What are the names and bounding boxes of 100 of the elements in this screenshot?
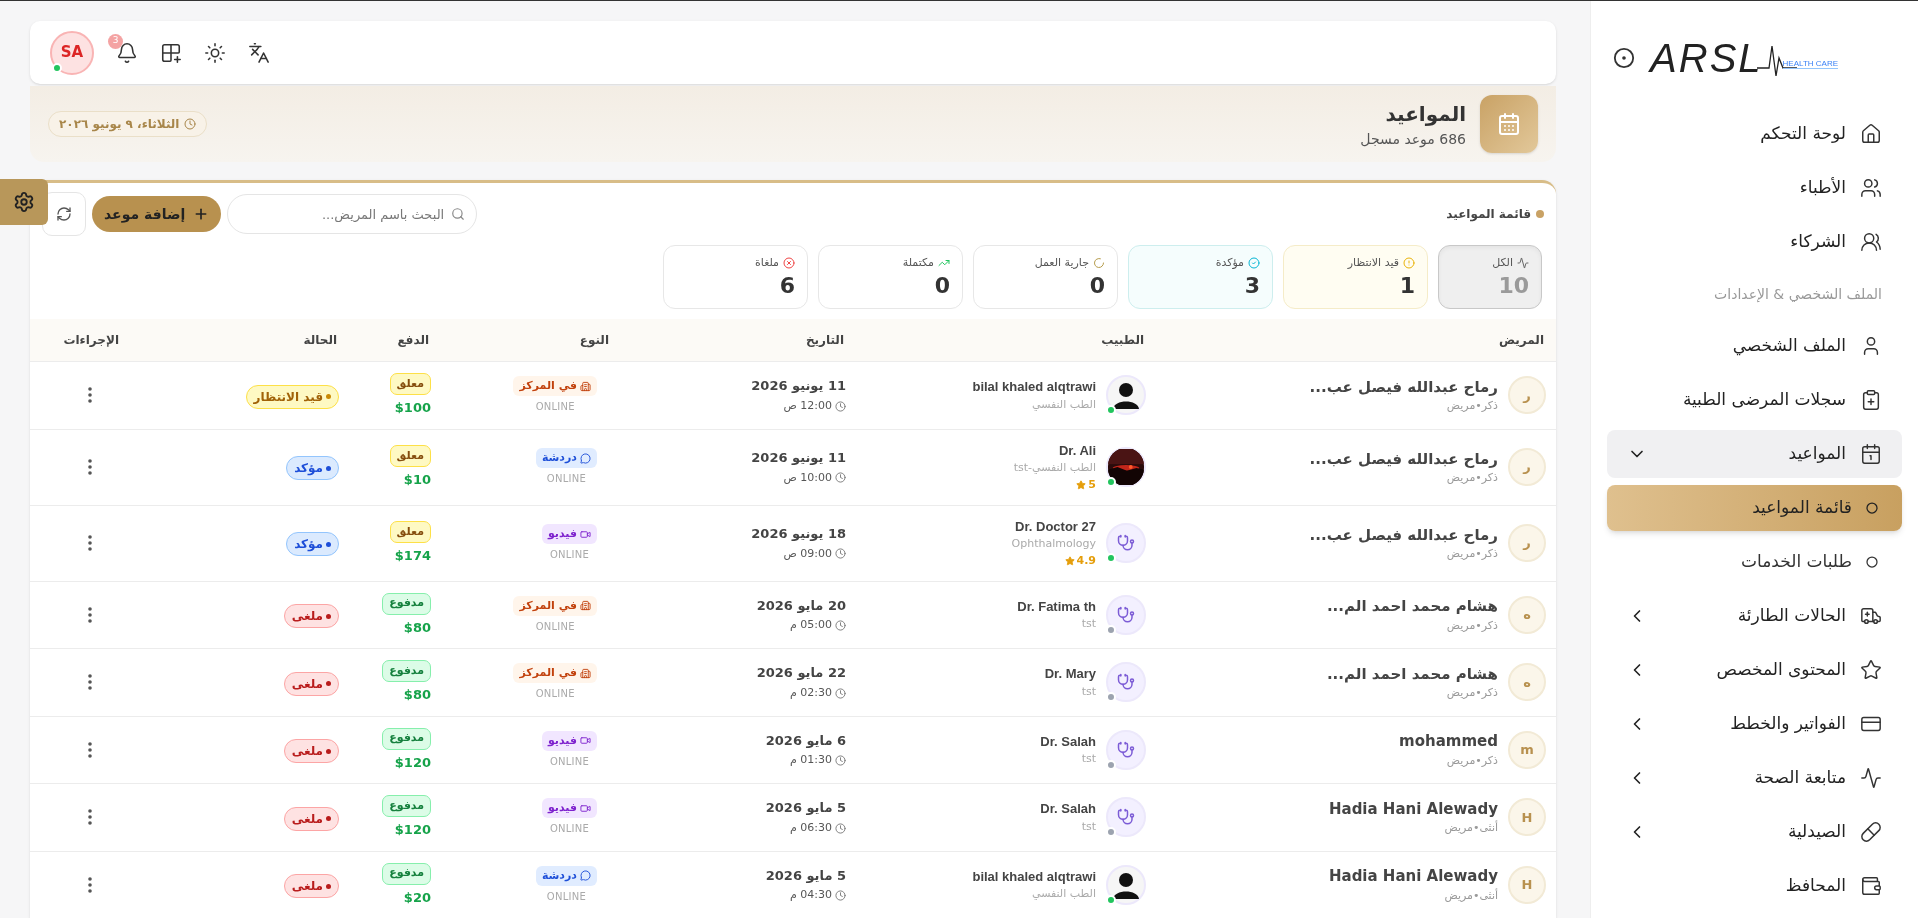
stat-label: مؤكدة xyxy=(1215,255,1244,271)
nav-item[interactable]: المحافظ xyxy=(1607,859,1902,913)
video-icon xyxy=(580,528,591,540)
stat-value: 3 xyxy=(1244,271,1260,299)
nav-item[interactable]: المحتوى المخصص xyxy=(1607,646,1902,694)
clock-icon xyxy=(835,890,846,901)
payment-amount: $10 xyxy=(403,470,431,489)
stat-value: 10 xyxy=(1498,271,1529,299)
payment-badge: معلق xyxy=(389,444,431,467)
payment-amount: $20 xyxy=(403,888,431,907)
clock-icon xyxy=(835,548,846,560)
payment-amount: $120 xyxy=(394,821,431,839)
mode-label: ONLINE xyxy=(549,548,590,562)
status-badge: ملغى xyxy=(283,604,339,628)
wallet-icon xyxy=(1860,875,1882,897)
payment-amount: $120 xyxy=(394,753,431,772)
target-icon[interactable] xyxy=(1613,47,1635,69)
status-badge: مؤكد xyxy=(286,532,339,557)
stethoscope-icon xyxy=(1117,673,1135,692)
appointment-date: 5 مايو 2026 xyxy=(765,866,846,885)
appointment-date: 11 يونيو 2026 xyxy=(751,449,846,467)
payment-amount: $80 xyxy=(403,618,431,637)
patient-meta: ذكر•مريض xyxy=(1445,617,1498,634)
nav-item[interactable]: لوحة التحكم xyxy=(1607,107,1902,161)
refresh-button[interactable] xyxy=(42,192,86,236)
mode-label: ONLINE xyxy=(535,687,575,702)
doctor-name: Dr. Mary xyxy=(1044,665,1096,684)
search-icon xyxy=(451,207,466,221)
star-icon xyxy=(1064,556,1075,566)
nav-item[interactable]: الملف الشخصي xyxy=(1607,319,1902,373)
more-icon xyxy=(88,741,92,758)
payment-amount: $100 xyxy=(394,399,431,417)
patient-avatar: ه xyxy=(1508,595,1546,634)
users-icon xyxy=(1860,177,1882,199)
type-badge: فيديو xyxy=(541,524,597,544)
apps-icon[interactable] xyxy=(160,41,182,64)
nav-item[interactable]: متابعة الصحة xyxy=(1607,754,1902,802)
stethoscope-icon xyxy=(1117,808,1135,827)
clipboard-icon xyxy=(1860,389,1882,411)
video-icon xyxy=(580,735,591,747)
patient-name: mohammed xyxy=(1399,731,1498,753)
status-badge: ملغى xyxy=(283,874,339,898)
nav-item[interactable]: الفواتير والخطط xyxy=(1607,700,1902,748)
patient-avatar: ه xyxy=(1508,663,1546,702)
translate-icon[interactable] xyxy=(248,41,270,64)
nav-item[interactable]: المواعيد xyxy=(1607,430,1902,478)
doctor-specialty: tst xyxy=(1080,616,1096,633)
page-subtitle: 686 موعد مسجل xyxy=(1360,129,1466,150)
appointment-time: 05:00 م xyxy=(790,617,832,634)
nav-item[interactable]: الشركاء xyxy=(1607,215,1902,269)
more-icon xyxy=(88,876,92,893)
patient-name: رماح عبدالله فيصل عب... xyxy=(1309,524,1498,546)
settings-button[interactable] xyxy=(0,179,48,225)
more-icon xyxy=(88,674,92,691)
pulse-icon xyxy=(1517,257,1529,270)
mode-label: ONLINE xyxy=(535,619,575,634)
ambulance-icon xyxy=(1860,605,1882,627)
nav-item[interactable]: الأطباء xyxy=(1607,161,1902,215)
add-appointment-button[interactable]: إضافة موعد xyxy=(92,196,222,232)
nav-item[interactable]: سجلات المرضى الطبية xyxy=(1607,373,1902,427)
alert-icon xyxy=(1403,257,1415,270)
nav-subitem[interactable]: قائمة المواعيد xyxy=(1607,485,1902,531)
patient-name: هشام محمد احمد الم... xyxy=(1326,596,1498,618)
clock-icon xyxy=(835,687,846,699)
doctor-name: bilal khaled alqtrawi xyxy=(972,867,1096,886)
appointment-date: 11 يونيو 2026 xyxy=(751,377,846,396)
type-badge: دردشة xyxy=(535,865,597,886)
more-icon xyxy=(88,459,92,475)
clock-icon xyxy=(835,755,846,766)
building-icon xyxy=(580,667,591,679)
column-header: التاريخ xyxy=(804,332,845,349)
doctor-name: Dr. Salah xyxy=(1040,800,1096,819)
nav-item[interactable]: الصيدلية xyxy=(1607,808,1902,856)
doctor-specialty: tst xyxy=(1080,751,1096,768)
status-badge: مؤكد xyxy=(286,456,339,481)
sun-icon[interactable] xyxy=(204,41,226,64)
nav-subitem[interactable]: طلبات الخدمات xyxy=(1607,539,1902,585)
appointment-time: 02:30 م xyxy=(790,684,832,701)
nav-item[interactable]: الحالات الطارئة xyxy=(1607,592,1902,640)
more-icon xyxy=(88,387,92,404)
type-badge: في المركز xyxy=(513,595,597,616)
search-field[interactable]: البحث باسم المريض... xyxy=(227,194,478,234)
type-badge: في المركز xyxy=(513,663,597,684)
more-icon xyxy=(88,606,92,623)
stat-value: 6 xyxy=(779,271,795,299)
mode-label: ONLINE xyxy=(535,400,575,415)
list-title: قائمة المواعيد xyxy=(1446,206,1531,223)
user-avatar[interactable]: SA xyxy=(50,30,94,75)
patient-avatar: ر xyxy=(1508,448,1546,486)
stat-label: الكل xyxy=(1492,255,1513,271)
notification-badge: 3 xyxy=(108,33,123,49)
more-icon xyxy=(88,809,92,826)
stat-label: قيد الانتظار xyxy=(1347,255,1399,271)
patient-meta: أنثى•مريض xyxy=(1443,820,1498,837)
doctor-specialty: Ophthalmology xyxy=(1011,536,1096,553)
payment-badge: مدفوع xyxy=(382,862,431,885)
patient-avatar: H xyxy=(1508,865,1546,904)
bell-icon[interactable] xyxy=(116,41,138,64)
appointment-time: 01:30 م xyxy=(790,752,832,769)
date-chip: الثلاثاء، ٩ يونيو ٢٠٢٦ xyxy=(48,111,208,137)
